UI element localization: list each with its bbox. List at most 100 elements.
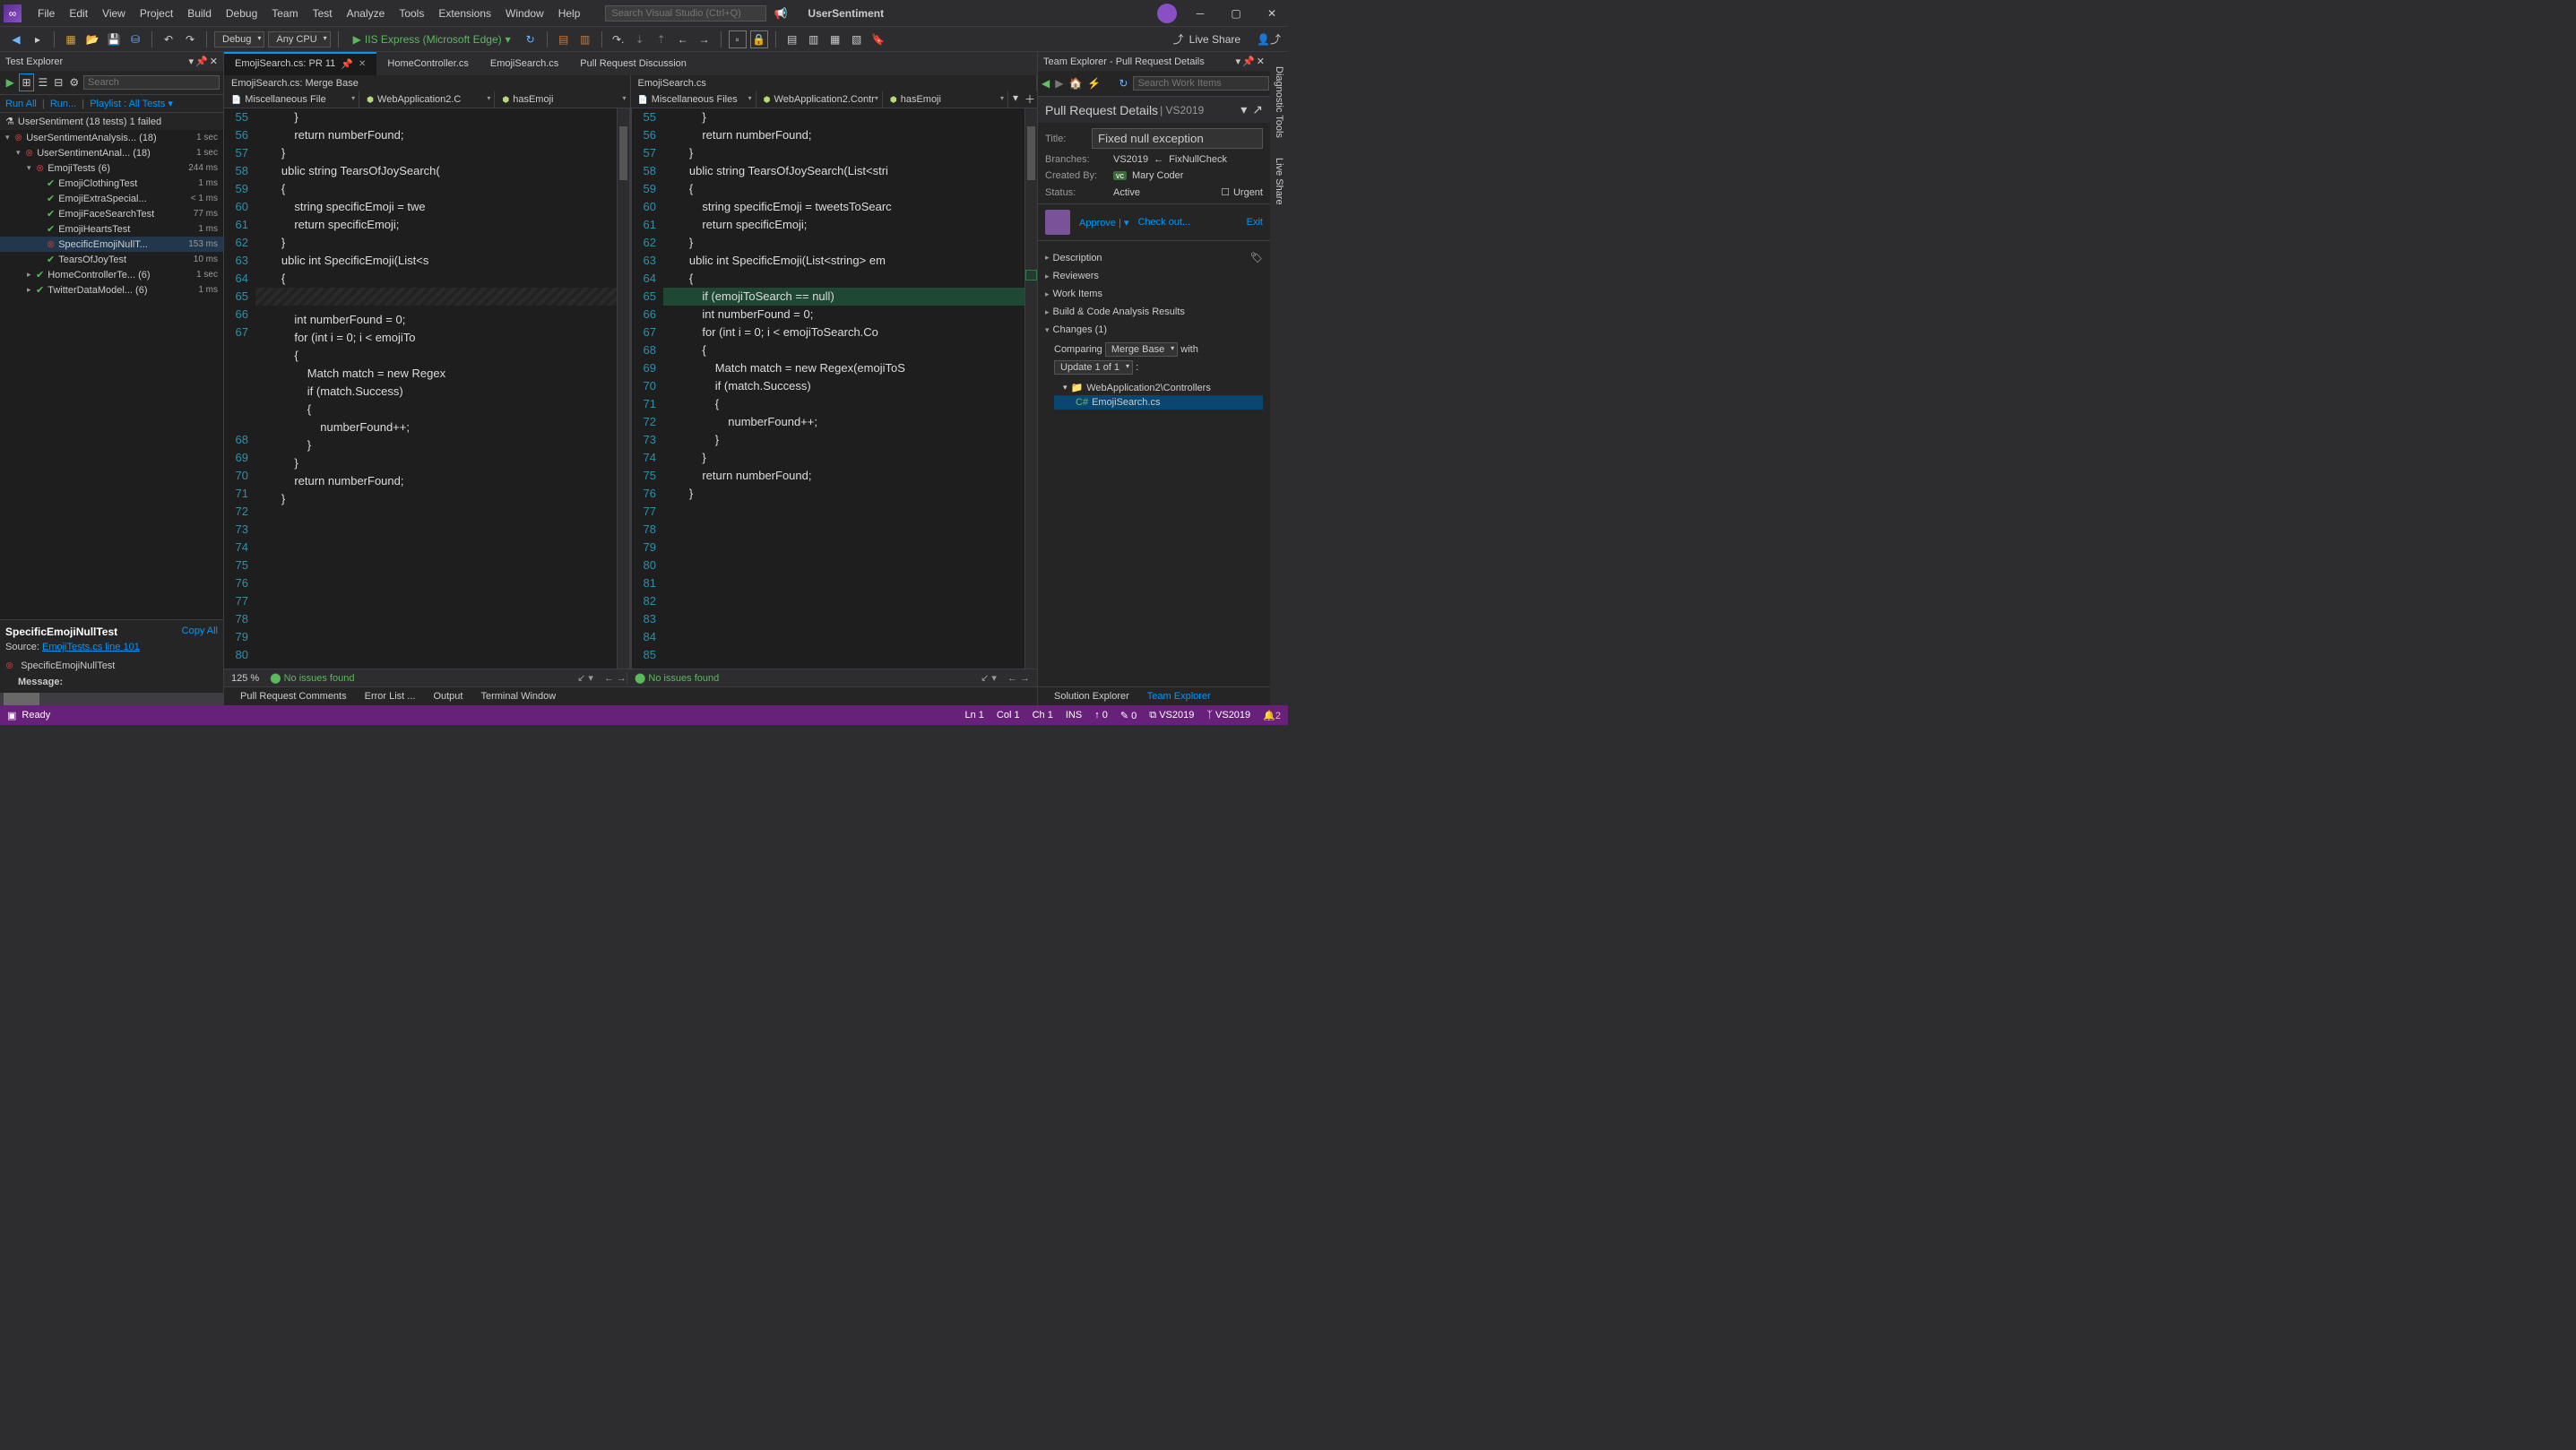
feedback-icon[interactable]: 📢 [772, 4, 790, 22]
status-branch[interactable]: ᛉ VS2019 [1206, 710, 1250, 721]
layout-icon[interactable]: ▫ [729, 30, 747, 48]
urgent-checkbox[interactable]: ☐ Urgent [1221, 186, 1263, 198]
test-row[interactable]: ▾⊗UserSentimentAnal... (18)1 sec [0, 145, 223, 160]
hierarchy-icon[interactable]: ⊟ [52, 73, 65, 91]
test-row[interactable]: ✔EmojiFaceSearchTest77 ms [0, 206, 223, 221]
branch-source[interactable]: FixNullCheck [1169, 154, 1227, 165]
update-dropdown[interactable]: Update 1 of 1 [1054, 360, 1133, 375]
window-icon-2[interactable]: ▥ [805, 30, 823, 48]
test-source-link[interactable]: EmojiTests.cs line 101 [42, 642, 140, 652]
run-all-link[interactable]: Run All [5, 99, 37, 109]
test-scrollbar[interactable] [0, 693, 223, 705]
pr-section[interactable]: Work Items [1045, 285, 1263, 303]
menu-analyze[interactable]: Analyze [340, 4, 393, 23]
menu-project[interactable]: Project [133, 4, 180, 23]
filter-icon[interactable]: ☰ [37, 73, 49, 91]
save-icon[interactable]: 💾 [105, 30, 123, 48]
crlf-icon[interactable]: ↙ ▾ [577, 672, 593, 684]
team-fwd-icon[interactable]: ▶ [1055, 74, 1063, 92]
menu-help[interactable]: Help [551, 4, 588, 23]
status-pencil[interactable]: ✎ 0 [1120, 710, 1137, 721]
menu-view[interactable]: View [95, 4, 133, 23]
crlf-icon-2[interactable]: ↙ ▾ [981, 672, 997, 684]
maximize-button[interactable]: ▢ [1223, 7, 1249, 20]
menu-extensions[interactable]: Extensions [431, 4, 498, 23]
platform-dropdown[interactable]: Any CPU [268, 31, 330, 47]
panel-pin-icon[interactable]: 📌 [1242, 56, 1255, 67]
panel-pin-icon[interactable]: 📌 [195, 56, 208, 67]
editor-tab[interactable]: HomeController.cs [376, 52, 479, 75]
redo-icon[interactable]: ↷ [181, 30, 199, 48]
nav-left-file[interactable]: Miscellaneous File [224, 91, 359, 108]
test-search-input[interactable] [83, 75, 220, 90]
settings-icon[interactable]: ⚙ [68, 73, 81, 91]
nav-left-member[interactable]: hasEmoji [495, 91, 630, 108]
open-icon[interactable]: 📂 [83, 30, 101, 48]
issues-indicator-right[interactable]: ⬤ No issues found [635, 672, 719, 684]
test-tree[interactable]: ▾⊗UserSentimentAnalysis... (18)1 sec▾⊗Us… [0, 130, 223, 619]
status-notifications[interactable]: 🔔2 [1263, 710, 1281, 721]
menu-debug[interactable]: Debug [219, 4, 264, 23]
branch-target[interactable]: VS2019 [1113, 154, 1148, 165]
work-items-search[interactable] [1133, 76, 1269, 91]
nav-right-class[interactable]: WebApplication2.Contr [756, 91, 883, 108]
pr-popout-icon[interactable]: ↗ [1252, 102, 1263, 117]
test-row[interactable]: ▸✔TwitterDataModel... (6)1 ms [0, 282, 223, 298]
window-icon-4[interactable]: ▧ [848, 30, 866, 48]
exit-button[interactable]: Exit [1247, 217, 1263, 228]
undo-icon[interactable]: ↶ [160, 30, 177, 48]
bottom-tab[interactable]: Pull Request Comments [231, 687, 356, 705]
test-row[interactable]: ▾⊗EmojiTests (6)244 ms [0, 160, 223, 176]
lock-icon[interactable]: 🔒 [750, 30, 768, 48]
step-into-icon[interactable]: ⇣ [631, 30, 649, 48]
changes-section[interactable]: Changes (1) [1045, 321, 1263, 339]
spaces-icon-2[interactable]: ← → [1007, 673, 1030, 684]
menu-tools[interactable]: Tools [392, 4, 431, 23]
next-icon[interactable]: → [696, 30, 713, 48]
editor-tab[interactable]: EmojiSearch.cs: PR 11 📌 ✕ [224, 52, 376, 75]
panel-close-icon[interactable]: ✕ [1257, 56, 1265, 67]
zoom-level[interactable]: 125 % [231, 673, 259, 684]
menu-build[interactable]: Build [180, 4, 219, 23]
diag-tools-tab[interactable]: Diagnostic Tools [1272, 61, 1286, 143]
spaces-icon[interactable]: ← → [604, 673, 627, 684]
browser-refresh-icon[interactable]: ↻ [522, 30, 540, 48]
test-row[interactable]: ▾⊗UserSentimentAnalysis... (18)1 sec [0, 130, 223, 145]
save-all-icon[interactable]: ⛁ [126, 30, 144, 48]
issues-indicator[interactable]: ⬤ No issues found [270, 672, 354, 684]
menu-window[interactable]: Window [498, 4, 551, 23]
editor-tab[interactable]: Pull Request Discussion [569, 52, 697, 75]
test-row[interactable]: ✔TearsOfJoyTest10 ms [0, 252, 223, 267]
config-dropdown[interactable]: Debug [214, 31, 264, 47]
window-icon-3[interactable]: ▦ [826, 30, 844, 48]
folder-row[interactable]: ▾ 📁 WebApplication2\Controllers [1054, 380, 1263, 395]
close-button[interactable]: ✕ [1259, 7, 1284, 20]
team-plug-icon[interactable]: ⚡ [1087, 74, 1101, 92]
prev-icon[interactable]: ← [674, 30, 692, 48]
status-repo[interactable]: ⧉ VS2019 [1149, 710, 1194, 721]
test-row[interactable]: ✔EmojiClothingTest1 ms [0, 176, 223, 191]
test-row[interactable]: ✔EmojiHeartsTest1 ms [0, 221, 223, 237]
pr-section[interactable]: Reviewers [1045, 267, 1263, 285]
team-home-icon[interactable]: 🏠 [1068, 74, 1082, 92]
step-out-icon[interactable]: ⇡ [653, 30, 670, 48]
diff-container[interactable]: 55565758596061626364656667 6869707172737… [224, 108, 1037, 669]
bottom-tab[interactable]: Terminal Window [471, 687, 565, 705]
test-row[interactable]: ⊗SpecificEmojiNullT...153 ms [0, 237, 223, 252]
diff-right-pane[interactable]: 5556575859606162636465666768697071727374… [632, 108, 1037, 669]
status-push[interactable]: ↑ 0 [1094, 710, 1108, 721]
menu-test[interactable]: Test [306, 4, 340, 23]
team-refresh-icon[interactable]: ↻ [1119, 74, 1128, 92]
group-icon[interactable]: ⊞ [19, 73, 33, 91]
ext-icon-2[interactable]: ▥ [576, 30, 594, 48]
right-scrollbar[interactable] [1024, 108, 1037, 669]
bottom-tab[interactable]: Output [424, 687, 471, 705]
pr-section[interactable]: Description🏷 [1045, 248, 1263, 267]
nav-fwd-icon[interactable]: ▸ [29, 30, 47, 48]
run-icon[interactable]: ▶ [4, 73, 16, 91]
bottom-tab[interactable]: Error List ... [356, 687, 425, 705]
add-icon[interactable]: ＋ [1023, 91, 1037, 108]
panel-dropdown-icon[interactable]: ▾ [1236, 56, 1241, 67]
menu-edit[interactable]: Edit [62, 4, 95, 23]
pr-section[interactable]: Build & Code Analysis Results [1045, 303, 1263, 321]
